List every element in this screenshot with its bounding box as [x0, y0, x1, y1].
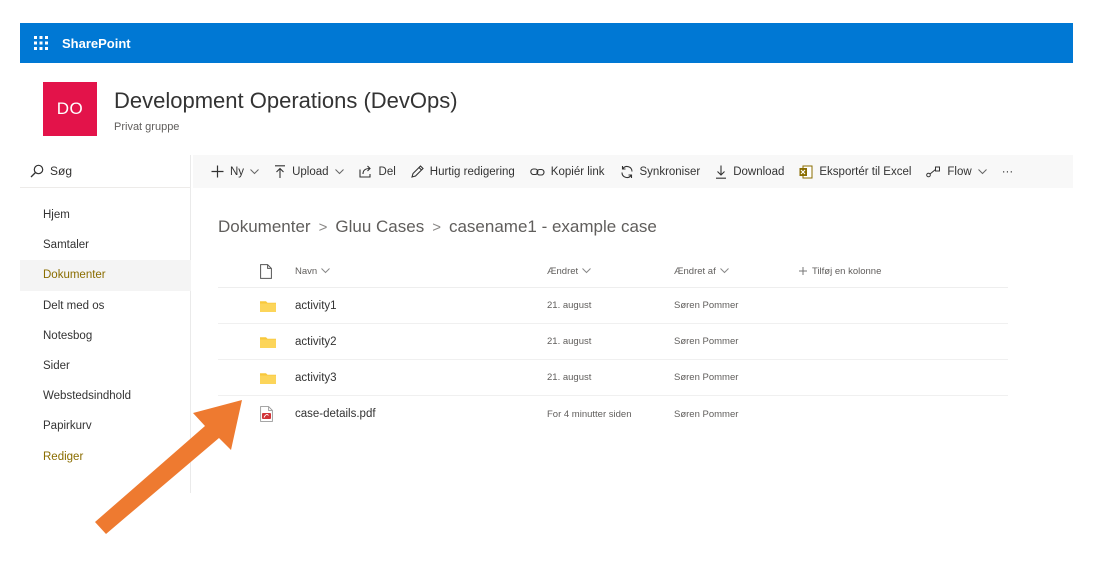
export-excel-label: Eksportér til Excel: [819, 165, 912, 178]
file-list: Navn Ændret Ændret af Tilføj en kolonne …: [218, 255, 1008, 432]
breadcrumb-item-current: casename1 - example case: [448, 217, 657, 236]
list-item[interactable]: activity1 21. august Søren Pommer: [218, 288, 1008, 324]
column-header-modified-label: Ændret: [547, 265, 579, 277]
flow-button[interactable]: Flow: [926, 165, 987, 178]
more-label: ···: [1001, 165, 1014, 178]
site-header: DO Development Operations (DevOps) Priva…: [20, 63, 1073, 153]
command-bar: Ny Upload Del Hurtig redigering Kopiér l…: [193, 155, 1073, 188]
file-modified: 21. august: [547, 336, 592, 347]
export-excel-button[interactable]: Eksportér til Excel: [799, 165, 911, 179]
file-modified: 21. august: [547, 372, 592, 383]
file-modified: 21. august: [547, 300, 592, 311]
folder-icon: [260, 324, 276, 359]
folder-icon: [260, 360, 276, 395]
file-modified-by[interactable]: Søren Pommer: [674, 396, 738, 432]
plus-icon: [799, 267, 807, 275]
suite-bar: SharePoint: [20, 23, 1073, 63]
file-name[interactable]: activity3: [295, 360, 337, 395]
flow-label: Flow: [947, 165, 972, 178]
nav-item-notesbog[interactable]: Notesbog: [20, 321, 191, 351]
pencil-icon: [410, 165, 424, 178]
file-name[interactable]: activity1: [295, 288, 337, 323]
nav-item-dokumenter[interactable]: Dokumenter: [20, 260, 191, 291]
chevron-down-icon: [719, 268, 729, 274]
list-item[interactable]: case-details.pdf For 4 minutter siden Sø…: [218, 396, 1008, 432]
upload-icon: [275, 164, 286, 178]
quick-edit-button[interactable]: Hurtig redigering: [410, 165, 515, 178]
search-icon: [30, 164, 44, 178]
download-icon: [716, 165, 727, 179]
file-modified-by[interactable]: Søren Pommer: [674, 360, 738, 395]
nav-item-samtaler[interactable]: Samtaler: [20, 230, 191, 260]
sync-button[interactable]: Synkroniser: [620, 165, 701, 179]
chevron-down-icon: [250, 168, 259, 174]
breadcrumb-separator: >: [318, 218, 328, 236]
document-icon: [260, 263, 272, 279]
list-item[interactable]: activity3 21. august Søren Pommer: [218, 360, 1008, 396]
column-header-modified-by-label: Ændret af: [674, 265, 716, 277]
add-column-button[interactable]: Tilføj en kolonne: [799, 255, 881, 287]
copy-link-label: Kopiér link: [550, 165, 605, 178]
file-modified-by[interactable]: Søren Pommer: [674, 324, 738, 359]
column-header-modified-by[interactable]: Ændret af: [674, 255, 729, 287]
upload-button[interactable]: Upload: [274, 164, 344, 179]
column-header-modified[interactable]: Ændret: [547, 255, 592, 287]
breadcrumb: Dokumenter > Gluu Cases > casename1 - ex…: [218, 217, 657, 237]
breadcrumb-item-dokumenter[interactable]: Dokumenter: [218, 217, 311, 237]
link-icon: [530, 167, 545, 176]
file-name[interactable]: case-details.pdf: [295, 396, 376, 432]
quick-edit-label: Hurtig redigering: [429, 165, 515, 178]
page: SharePoint DO Development Operations (De…: [0, 0, 1103, 586]
excel-icon: [799, 165, 813, 178]
chevron-down-icon: [977, 168, 987, 174]
more-button[interactable]: ···: [1002, 166, 1014, 178]
search-label: Søg: [50, 164, 73, 178]
new-label: Ny: [230, 165, 245, 178]
add-column-label: Tilføj en kolonne: [812, 265, 882, 277]
list-header: Navn Ændret Ændret af Tilføj en kolonne: [218, 255, 1008, 288]
folder-icon: [260, 288, 276, 323]
chevron-down-icon: [321, 268, 331, 274]
download-button[interactable]: Download: [715, 165, 784, 179]
list-item[interactable]: activity2 21. august Søren Pommer: [218, 324, 1008, 360]
breadcrumb-item-gluu-cases[interactable]: Gluu Cases: [335, 217, 424, 237]
site-logo[interactable]: DO: [43, 82, 97, 136]
new-button[interactable]: Ny: [211, 165, 259, 178]
chevron-down-icon: [582, 268, 592, 274]
plus-icon: [211, 165, 224, 178]
flow-icon: [926, 166, 941, 177]
sync-label: Synkroniser: [639, 165, 701, 178]
download-label: Download: [733, 165, 785, 178]
file-modified: For 4 minutter siden: [547, 408, 632, 420]
share-button[interactable]: Del: [358, 165, 396, 178]
nav-item-sider[interactable]: Sider: [20, 351, 191, 381]
annotation-arrow-icon: [95, 400, 242, 534]
site-subtitle: Privat gruppe: [114, 121, 180, 133]
app-launcher-icon[interactable]: [24, 23, 58, 63]
chevron-down-icon: [334, 168, 344, 174]
column-header-name[interactable]: Navn: [295, 255, 331, 287]
nav-item-hjem[interactable]: Hjem: [20, 200, 191, 230]
search-input[interactable]: Søg: [20, 155, 191, 188]
file-modified-by[interactable]: Søren Pommer: [674, 288, 738, 323]
site-title: Development Operations (DevOps): [114, 88, 458, 113]
file-type-header[interactable]: [260, 255, 272, 287]
share-label: Del: [378, 165, 396, 178]
nav-item-delt-med-os[interactable]: Delt med os: [20, 291, 191, 321]
sync-icon: [620, 165, 633, 178]
file-name[interactable]: activity2: [295, 324, 337, 359]
share-icon: [358, 165, 371, 178]
column-header-name-label: Navn: [295, 265, 318, 277]
app-name[interactable]: SharePoint: [62, 36, 131, 51]
breadcrumb-separator: >: [432, 218, 441, 236]
upload-label: Upload: [292, 165, 329, 178]
copy-link-button[interactable]: Kopiér link: [530, 166, 605, 178]
pdf-icon: [260, 396, 273, 432]
